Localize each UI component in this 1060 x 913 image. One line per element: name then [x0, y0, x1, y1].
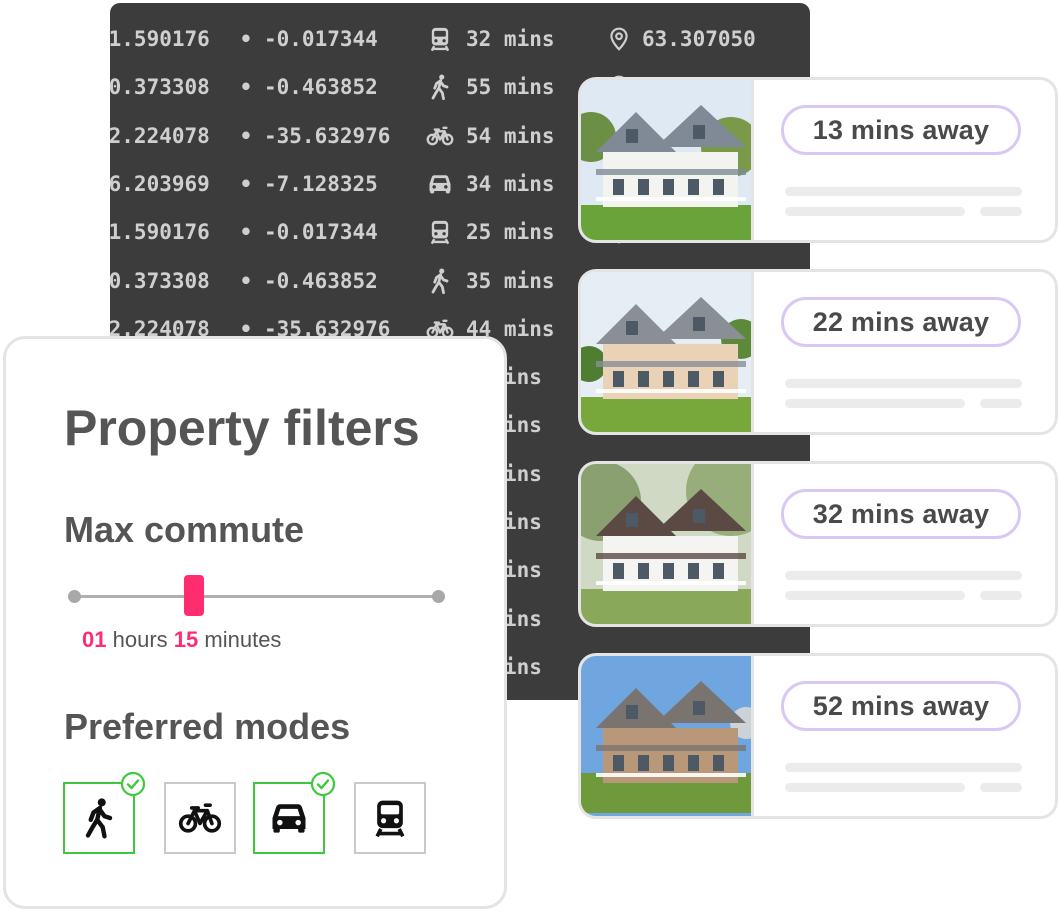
mode-icon-slot — [426, 25, 466, 53]
property-card[interactable]: 52 mins away — [578, 653, 1058, 819]
placeholder-line — [980, 399, 1022, 408]
placeholder-line — [785, 399, 965, 408]
hours-label: hours — [112, 627, 168, 652]
latitude: 60.373308 — [110, 268, 210, 293]
latitude: 52.224078 — [110, 123, 210, 148]
property-photo — [581, 272, 754, 432]
commute-badge: 22 mins away — [781, 297, 1021, 347]
separator: • — [239, 220, 253, 245]
minutes-value: 15 — [173, 627, 199, 652]
placeholder-line — [980, 783, 1022, 792]
car-icon — [272, 804, 306, 833]
separator: • — [239, 123, 253, 148]
walk-icon — [431, 268, 449, 294]
commute-badge: 32 mins away — [781, 489, 1021, 539]
mode-icon-slot — [426, 218, 466, 246]
longitude: -0.017344 — [264, 220, 378, 245]
property-photo — [581, 80, 754, 240]
separator: • — [239, 268, 253, 293]
separator: • — [239, 75, 253, 100]
hours-value: 01 — [82, 627, 107, 652]
max-commute-label: Max commute — [64, 509, 305, 550]
placeholder-line — [980, 207, 1022, 216]
slider-max-dot — [432, 590, 445, 603]
mode-toggle-train[interactable] — [354, 782, 426, 854]
placeholder-line — [785, 379, 1022, 388]
mode-toggle-walk[interactable] — [63, 771, 146, 854]
travel-time: 32 mins — [466, 27, 555, 51]
destination-coordinate: 63.307050 — [642, 27, 756, 51]
car-icon — [429, 175, 451, 194]
slider-min-dot — [68, 590, 81, 603]
house-photo-1 — [581, 80, 751, 240]
mode-icon-slot — [426, 170, 466, 198]
train-icon — [430, 221, 450, 245]
longitude: -7.128325 — [264, 171, 378, 196]
house-photo-2 — [581, 272, 751, 432]
property-photo — [581, 464, 754, 624]
minutes-label: minutes — [204, 627, 282, 652]
latitude: 60.373308 — [110, 75, 210, 100]
placeholder-line — [785, 763, 1022, 772]
placeholder-line — [785, 571, 1022, 580]
mode-icon-slot — [426, 73, 466, 101]
longitude: -35.632976 — [264, 123, 391, 148]
mode-icon-slot — [426, 122, 466, 150]
bike-icon — [426, 126, 454, 145]
placeholder-line — [980, 591, 1022, 600]
house-photo-4 — [581, 656, 751, 816]
commute-slider-track[interactable] — [74, 595, 438, 598]
property-card[interactable]: 13 mins away — [578, 77, 1058, 243]
property-card[interactable]: 22 mins away — [578, 269, 1058, 435]
walk-icon — [85, 798, 113, 839]
placeholder-line — [785, 591, 965, 600]
house-photo-3 — [581, 464, 751, 624]
mode-toggle-bike[interactable] — [164, 782, 236, 854]
walk-icon — [431, 74, 449, 101]
latitude: 51.590176 — [110, 220, 210, 245]
placeholder-line — [785, 783, 965, 792]
check-circle-icon — [310, 771, 336, 797]
placeholder-line — [785, 187, 1022, 196]
longitude: -0.017344 — [264, 27, 378, 51]
terminal-row: 51.590176 • -0.017344 32 mins 63.307050 — [110, 21, 756, 57]
longitude: -0.463852 — [264, 268, 378, 293]
separator: • — [239, 171, 253, 196]
property-card[interactable]: 32 mins away — [578, 461, 1058, 627]
filters-title: Property filters — [64, 400, 420, 456]
check-circle-icon — [120, 771, 146, 797]
commute-badge: 13 mins away — [781, 105, 1021, 155]
location-pin-icon — [610, 27, 628, 51]
bike-icon — [178, 803, 222, 833]
mode-icon-slot — [426, 267, 466, 295]
placeholder-line — [785, 207, 965, 216]
property-filters-panel: Property filters Max commute 01 hours 15… — [3, 336, 507, 909]
train-icon — [430, 27, 450, 52]
latitude: 51.590176 — [110, 27, 210, 51]
commute-duration: 01 hours 15 minutes — [82, 627, 281, 653]
mode-toggle-car[interactable] — [253, 771, 336, 854]
property-photo — [581, 656, 754, 816]
commute-badge: 52 mins away — [781, 681, 1021, 731]
pin-slot — [606, 26, 642, 52]
latitude: 46.203969 — [110, 171, 210, 196]
longitude: -0.463852 — [264, 75, 378, 100]
preferred-modes-label: Preferred modes — [64, 706, 351, 747]
train-icon — [375, 800, 405, 838]
separator: • — [239, 27, 253, 51]
commute-slider-thumb[interactable] — [184, 575, 205, 616]
